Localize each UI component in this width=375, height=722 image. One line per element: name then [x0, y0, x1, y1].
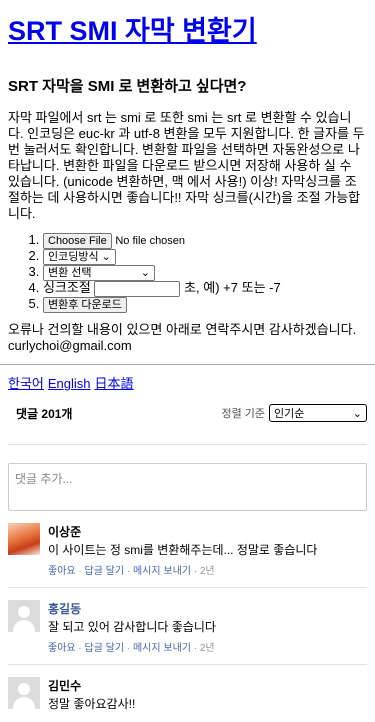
title-link[interactable]: SRT SMI 자막 변환기	[8, 16, 257, 46]
comment-author[interactable]: 김민수	[48, 677, 367, 694]
sync-prefix: 싱크조절	[43, 280, 91, 295]
comment-author[interactable]: 이상준	[48, 523, 367, 540]
reply-link[interactable]: 답글 달기	[85, 643, 125, 654]
encoding-select-value: 인코딩방식	[48, 250, 99, 263]
language-links: 한국어 English 日本語	[0, 373, 375, 392]
avatar[interactable]	[8, 677, 40, 709]
choose-file-button[interactable]: Choose File	[43, 232, 112, 249]
chevron-down-icon: ⌄	[140, 266, 150, 279]
submit-button[interactable]: 변환후 다운로드	[43, 296, 127, 313]
comment-body: 이상준 이 사이트는 정 smi를 변환해주는데... 정말로 좋습니다 좋아요…	[48, 523, 367, 577]
step-submit: 변환후 다운로드	[43, 296, 367, 313]
step-file: Choose File No file chosen	[43, 232, 367, 249]
lang-korean[interactable]: 한국어	[8, 376, 44, 391]
sort-box: 정렬 기준 인기순 ⌄	[221, 404, 367, 422]
steps-list: Choose File No file chosen 인코딩방식 ⌄ 변환 선택…	[8, 232, 367, 313]
sync-label: 초, 예) +7 또는 -7	[184, 280, 281, 295]
comments-divider	[8, 444, 367, 445]
chevron-down-icon: ⌄	[352, 407, 362, 420]
comment-time: 2년	[199, 566, 215, 577]
comment-text: 잘 되고 있어 감사합니다 좋습니다	[48, 620, 216, 634]
sort-value: 인기순	[274, 408, 305, 420]
divider	[0, 364, 375, 365]
comment-item: 김민수 정말 좋아요감사!!	[8, 665, 367, 722]
page-title: SRT SMI 자막 변환기	[8, 14, 367, 48]
encoding-select[interactable]: 인코딩방식 ⌄	[43, 248, 116, 265]
comments-plugin: 댓글 201개 정렬 기준 인기순 ⌄ 댓글 추가... 이상준 이 사이트는 정…	[8, 404, 367, 722]
convert-select[interactable]: 변환 선택 ⌄	[43, 264, 155, 281]
avatar[interactable]	[8, 523, 40, 555]
comments-header: 댓글 201개 정렬 기준 인기순 ⌄	[8, 404, 367, 422]
description: 자막 파일에서 srt 는 smi 로 또한 smi 는 srt 로 변환할 수…	[8, 110, 365, 221]
sort-select[interactable]: 인기순 ⌄	[269, 404, 367, 422]
lang-english[interactable]: English	[48, 376, 91, 391]
chevron-down-icon: ⌄	[101, 250, 111, 263]
lang-japanese[interactable]: 日本語	[95, 376, 134, 391]
like-link[interactable]: 좋아요	[48, 643, 76, 654]
question-heading: SRT 자막을 SMI 로 변환하고 싶다면?	[8, 78, 247, 95]
sync-input[interactable]	[94, 280, 181, 297]
comment-text: 정말 좋아요감사!!	[48, 697, 136, 711]
avatar[interactable]	[8, 600, 40, 632]
comment-item: 홍길동 잘 되고 있어 감사합니다 좋습니다 좋아요 · 답글 달기 · 메시지…	[8, 588, 367, 665]
contact-email: curlychoi@gmail.com	[8, 338, 132, 353]
comment-count: 댓글 201개	[16, 406, 73, 421]
comment-text: 이 사이트는 정 smi를 변환해주는데... 정말로 좋습니다	[48, 543, 318, 557]
like-link[interactable]: 좋아요	[48, 566, 76, 577]
comment-meta: 좋아요 · 답글 달기 · 메시지 보내기 · 2년	[48, 643, 215, 654]
step-convert: 변환 선택 ⌄	[43, 264, 367, 281]
comment-time: 2년	[199, 643, 215, 654]
contact-text: 오류나 건의할 내용이 있으면 아래로 연락주시면 감사하겠습니다.	[8, 322, 357, 337]
reply-link[interactable]: 답글 달기	[85, 566, 125, 577]
comment-item: 이상준 이 사이트는 정 smi를 변환해주는데... 정말로 좋습니다 좋아요…	[8, 511, 367, 588]
file-status: No file chosen	[115, 235, 186, 247]
comment-body: 김민수 정말 좋아요감사!!	[48, 677, 367, 712]
comment-meta: 좋아요 · 답글 달기 · 메시지 보내기 · 2년	[48, 566, 215, 577]
convert-select-value: 변환 선택	[48, 266, 92, 279]
step-sync: 싱크조절 초, 예) +7 또는 -7	[43, 280, 367, 297]
message-link[interactable]: 메시지 보내기	[133, 566, 191, 577]
contact-note: 오류나 건의할 내용이 있으면 아래로 연락주시면 감사하겠습니다. curly…	[8, 322, 367, 354]
message-link[interactable]: 메시지 보내기	[133, 643, 191, 654]
page: SRT SMI 자막 변환기 SRT 자막을 SMI 로 변환하고 싶다면? 자…	[0, 14, 375, 354]
step-encoding: 인코딩방식 ⌄	[43, 248, 367, 265]
comment-body: 홍길동 잘 되고 있어 감사합니다 좋습니다 좋아요 · 답글 달기 · 메시지…	[48, 600, 367, 654]
sort-label: 정렬 기준	[221, 408, 265, 420]
comment-author[interactable]: 홍길동	[48, 600, 367, 617]
comment-input[interactable]: 댓글 추가...	[8, 463, 367, 511]
